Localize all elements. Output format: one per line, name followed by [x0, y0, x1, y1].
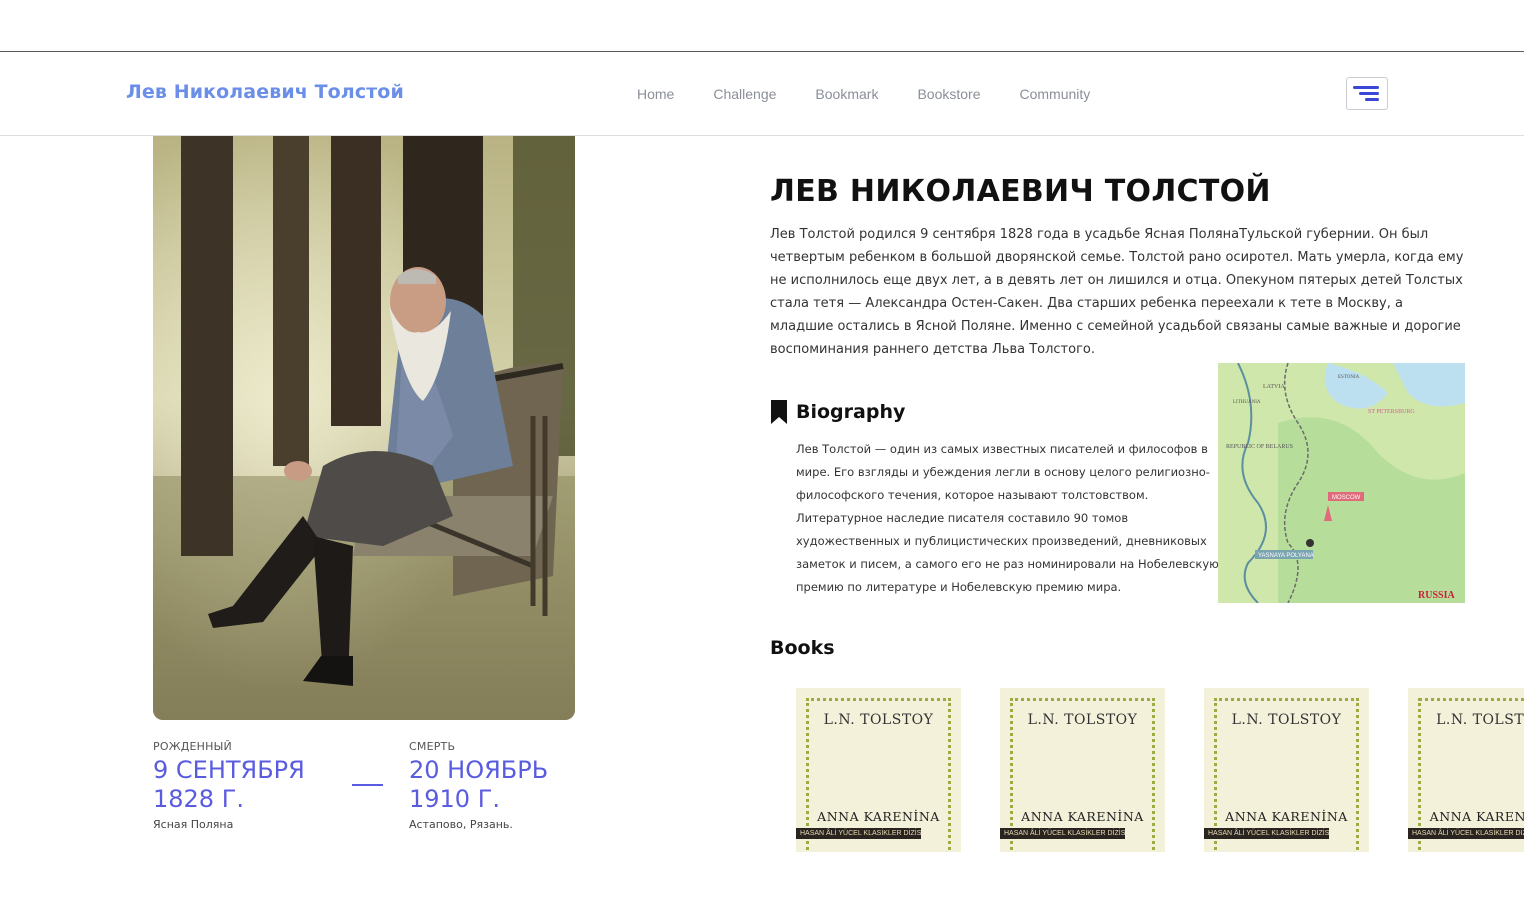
map-label-yasnaya: YASNAYA POLYANA: [1258, 553, 1314, 559]
death-caption: СМЕРТЬ: [409, 740, 456, 753]
book-card[interactable]: L.N. TOLSTOY ANNA KARENİNA HASAN ÂLİ YÜC…: [1000, 688, 1165, 852]
born-place: Ясная Поляна: [153, 818, 234, 831]
born-date: 9 СЕНТЯБРЯ 1828 Г.: [153, 756, 305, 813]
map-label-lithuania: LITHUANIA: [1233, 400, 1261, 405]
book-card[interactable]: L.N. TOLSTOY ANNA KARENİNA HASAN ÂLİ YÜC…: [1204, 688, 1369, 852]
navbar: Лев Николаевич Толстой Home Challenge Bo…: [0, 53, 1524, 136]
book-series: HASAN ÂLİ YÜCEL KLASİKLER DİZİSİ: [1000, 828, 1125, 839]
death-block: СМЕРТЬ 20 НОЯБРЬ 1910 Г. Астапово, Рязан…: [409, 740, 609, 831]
map-label-moscow: MOSCOW: [1332, 495, 1361, 501]
book-title: ANNA KARENİNA: [817, 809, 940, 824]
menu-button[interactable]: [1346, 77, 1388, 110]
nav-home[interactable]: Home: [637, 86, 674, 102]
books-heading: Books: [770, 637, 835, 659]
book-series: HASAN ÂLİ YÜCEL KLASİKLER DİZİSİ: [1204, 828, 1329, 839]
dates-separator: [352, 784, 383, 786]
nav-bookstore[interactable]: Bookstore: [917, 86, 980, 102]
hamburger-line: [1359, 92, 1379, 95]
map-label-st-petersburg: ST PETERSBURG: [1368, 409, 1415, 415]
book-card[interactable]: L.N. TOLSTOY ANNA KARENİNA HASAN ÂLİ YÜC…: [1408, 688, 1524, 852]
intro-paragraph: Лев Толстой родился 9 сентября 1828 года…: [770, 227, 1464, 357]
nav-community[interactable]: Community: [1020, 86, 1091, 102]
tolstoy-portrait: [153, 136, 575, 720]
map-brand: RUSSIA: [1418, 590, 1455, 601]
map-label-latvia: LATVIA: [1263, 384, 1285, 390]
death-place: Астапово, Рязань.: [409, 818, 513, 831]
nav-links: Home Challenge Bookmark Bookstore Commun…: [637, 86, 1090, 102]
book-title: ANNA KARENİNA: [1429, 809, 1524, 824]
nav-bookmark[interactable]: Bookmark: [815, 86, 878, 102]
birth-block: РОЖДЕННЫЙ 9 СЕНТЯБРЯ 1828 Г. Ясная Полян…: [153, 740, 353, 831]
book-author: L.N. TOLSTOY: [1231, 712, 1342, 728]
biography-heading: Biography: [770, 399, 905, 425]
hamburger-menu-icon: [1353, 86, 1379, 89]
browser-top-area: [0, 0, 1524, 52]
book-author: L.N. TOLSTOY: [823, 712, 934, 728]
book-card[interactable]: L.N. TOLSTOY ANNA KARENİNA HASAN ÂLİ YÜC…: [796, 688, 961, 852]
book-author: L.N. TOLSTOY: [1027, 712, 1138, 728]
biography-text: Лев Толстой — один из самых известных пи…: [796, 442, 1219, 594]
brand-logo[interactable]: Лев Николаевич Толстой: [126, 81, 404, 103]
page-title: ЛЕВ НИКОЛАЕВИЧ ТОЛСТОЙ: [770, 174, 1271, 209]
book-title: ANNA KARENİNA: [1021, 809, 1144, 824]
hamburger-line: [1365, 98, 1379, 101]
book-series: HASAN ÂLİ YÜCEL KLASİKLER DİZİSİ: [1408, 828, 1524, 839]
book-author: L.N. TOLSTOY: [1436, 712, 1524, 728]
nav-challenge[interactable]: Challenge: [713, 86, 776, 102]
biography-title: Biography: [796, 401, 906, 423]
born-caption: РОЖДЕННЫЙ: [153, 740, 232, 753]
bookmark-icon: [771, 400, 787, 424]
book-title: ANNA KARENİNA: [1225, 809, 1348, 824]
book-series: HASAN ÂLİ YÜCEL KLASİKLER DİZİSİ: [796, 828, 921, 839]
map-image: LATVIA ESTONIA LITHUANIA ST PETERSBURG R…: [1218, 363, 1465, 603]
map-label-belarus: REPUBLIC OF BELARUS: [1226, 444, 1293, 450]
death-date: 20 НОЯБРЬ 1910 Г.: [409, 756, 549, 813]
map-label-estonia: ESTONIA: [1338, 375, 1360, 380]
